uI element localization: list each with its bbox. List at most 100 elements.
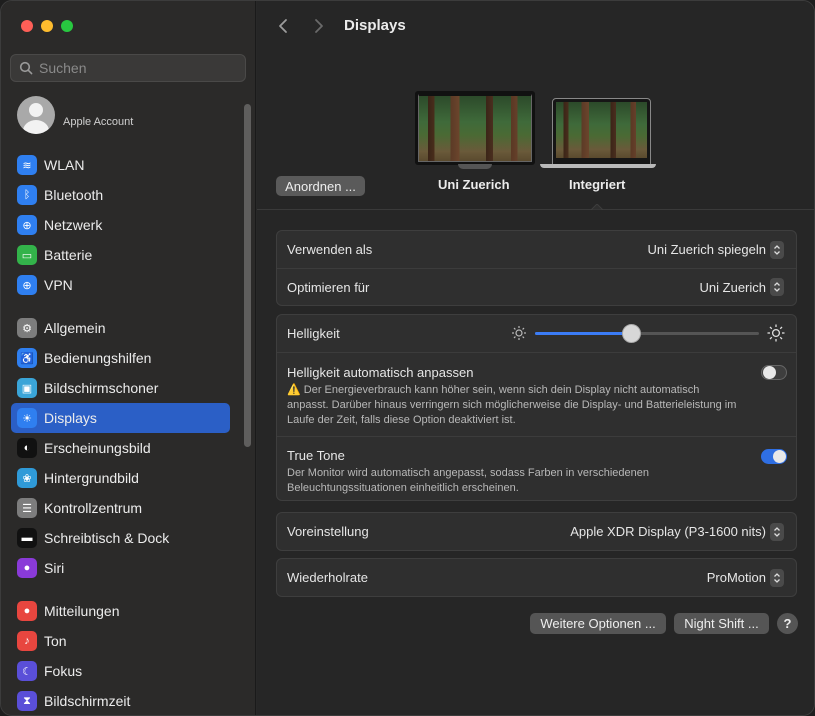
back-button[interactable] bbox=[273, 15, 293, 37]
sidebar-item-bildschirmschoner[interactable]: ▣ Bildschirmschoner bbox=[11, 373, 230, 403]
search-input[interactable] bbox=[39, 60, 239, 76]
use-as-row[interactable]: Verwenden als Uni Zuerich spiegeln bbox=[277, 231, 796, 268]
use-as-value[interactable]: Uni Zuerich spiegeln bbox=[647, 242, 766, 257]
sidebar-item-wlan[interactable]: ≋ WLAN bbox=[11, 150, 230, 180]
speaker-icon: ♪ bbox=[17, 631, 37, 651]
sidebar-item-netzwerk[interactable]: ⊕ Netzwerk bbox=[11, 210, 230, 240]
sidebar-item-label: VPN bbox=[44, 277, 73, 293]
optimize-for-label: Optimieren für bbox=[287, 279, 370, 295]
chevron-left-icon bbox=[279, 19, 287, 33]
sidebar-item-label: Displays bbox=[44, 410, 97, 426]
sidebar-item-label: Batterie bbox=[44, 247, 93, 263]
sun-small-icon bbox=[512, 326, 526, 340]
sidebar-item-bluetooth[interactable]: ᛒ Bluetooth bbox=[11, 180, 230, 210]
display-label-external[interactable]: Uni Zuerich bbox=[438, 177, 510, 192]
appearance-icon: ◐ bbox=[17, 438, 37, 458]
true-tone-description: Der Monitor wird automatisch angepasst, … bbox=[287, 467, 649, 494]
use-as-popup[interactable] bbox=[770, 240, 784, 259]
apple-account[interactable]: Apple Account bbox=[17, 96, 133, 134]
sidebar-item-vpn[interactable]: ⊕ VPN bbox=[11, 270, 230, 300]
sidebar-item-mitteilungen[interactable]: ● Mitteilungen bbox=[11, 596, 230, 626]
sidebar-item-schreibtisch-dock[interactable]: ▬ Schreibtisch & Dock bbox=[11, 523, 230, 553]
sidebar-item-allgemein[interactable]: ⚙ Allgemein bbox=[11, 313, 230, 343]
refresh-rate-label: Wiederholrate bbox=[287, 570, 368, 585]
sidebar-scrollbar[interactable] bbox=[244, 104, 251, 447]
account-label: Apple Account bbox=[63, 116, 134, 128]
help-button[interactable]: ? bbox=[777, 613, 798, 634]
vpn-icon: ⊕ bbox=[17, 275, 37, 295]
optimize-for-row[interactable]: Optimieren für Uni Zuerich bbox=[277, 268, 796, 305]
optimize-for-value[interactable]: Uni Zuerich bbox=[700, 280, 766, 295]
builtin-display-thumbnail[interactable] bbox=[552, 98, 651, 165]
sidebar-item-label: Bluetooth bbox=[44, 187, 104, 203]
bell-icon: ● bbox=[17, 601, 37, 621]
forward-button[interactable] bbox=[309, 15, 329, 37]
sidebar-item-label: Netzwerk bbox=[44, 217, 103, 233]
brightness-knob[interactable] bbox=[622, 324, 642, 343]
bluetooth-icon: ᛒ bbox=[17, 185, 37, 205]
sidebar-item-label: Ton bbox=[44, 633, 67, 649]
brightness-card: Helligkeit Helligkeit automatisch anpass… bbox=[276, 314, 797, 501]
sun-large-icon bbox=[767, 324, 785, 342]
brightness-slider[interactable] bbox=[509, 323, 789, 343]
sidebar-item-bedienungshilfen[interactable]: ♿ Bedienungshilfen bbox=[11, 343, 230, 373]
use-as-label: Verwenden als bbox=[287, 242, 373, 257]
refresh-rate-popup[interactable] bbox=[770, 568, 784, 587]
sidebar-item-hintergrundbild[interactable]: ❀ Hintergrundbild bbox=[11, 463, 230, 493]
sidebar-item-label: Bildschirmzeit bbox=[44, 693, 131, 709]
zoom-button[interactable] bbox=[61, 20, 73, 32]
toolbar: Displays bbox=[257, 1, 814, 53]
moon-icon: ☾ bbox=[17, 661, 37, 681]
selection-indicator bbox=[591, 204, 603, 210]
search-icon bbox=[19, 61, 33, 75]
true-tone-label: True Tone bbox=[287, 448, 345, 463]
sidebar-item-fokus[interactable]: ☾ Fokus bbox=[11, 656, 230, 686]
refresh-rate-value[interactable]: ProMotion bbox=[707, 570, 766, 585]
sidebar-item-label: Bildschirmschoner bbox=[44, 380, 159, 396]
sidebar-item-ton[interactable]: ♪ Ton bbox=[11, 626, 230, 656]
brightness-row: Helligkeit bbox=[277, 315, 796, 352]
night-shift-button[interactable]: Night Shift ... bbox=[674, 613, 769, 634]
sidebar-item-label: Bedienungshilfen bbox=[44, 350, 152, 366]
refresh-rate-card: Wiederholrate ProMotion bbox=[276, 558, 797, 597]
close-button[interactable] bbox=[21, 20, 33, 32]
arrange-button[interactable]: Anordnen ... bbox=[276, 176, 365, 196]
main-pane: Displays Anordnen ... Uni Zuerich Integr… bbox=[257, 1, 814, 715]
forest-wallpaper bbox=[418, 94, 532, 162]
brightness-track[interactable] bbox=[535, 324, 759, 343]
external-display-thumbnail[interactable] bbox=[415, 91, 535, 165]
sidebar-item-siri[interactable]: ● Siri bbox=[11, 553, 230, 583]
updown-chevron-icon bbox=[774, 244, 780, 255]
refresh-rate-row[interactable]: Wiederholrate ProMotion bbox=[277, 559, 796, 596]
gear-icon: ⚙ bbox=[17, 318, 37, 338]
sidebar-item-displays[interactable]: ☀ Displays bbox=[11, 403, 230, 433]
sidebar-item-bildschirmzeit[interactable]: ⧗ Bildschirmzeit bbox=[11, 686, 230, 715]
preset-popup[interactable] bbox=[770, 522, 784, 541]
updown-chevron-icon bbox=[774, 572, 780, 583]
preset-value[interactable]: Apple XDR Display (P3-1600 nits) bbox=[570, 524, 766, 539]
settings-window: Apple Account ≋ WLAN ᛒ Bluetooth ⊕ Netzwerk ▭ B… bbox=[0, 0, 815, 716]
sidebar-item-label: WLAN bbox=[44, 157, 85, 173]
sidebar-item-batterie[interactable]: ▭ Batterie bbox=[11, 240, 230, 270]
avatar bbox=[17, 96, 55, 134]
more-options-button[interactable]: Weitere Optionen ... bbox=[530, 613, 666, 634]
wifi-icon: ≋ bbox=[17, 155, 37, 175]
forest-wallpaper bbox=[556, 102, 647, 158]
auto-brightness-label: Helligkeit automatisch anpassen bbox=[287, 365, 474, 380]
display-label-builtin[interactable]: Integriert bbox=[569, 177, 625, 192]
search-field[interactable] bbox=[10, 54, 246, 82]
preset-row[interactable]: Voreinstellung Apple XDR Display (P3-160… bbox=[277, 513, 796, 550]
control-center-icon: ☰ bbox=[17, 498, 37, 518]
sidebar-item-label: Kontrollzentrum bbox=[44, 500, 143, 516]
true-tone-row: True Tone Der Monitor wird automatisch a… bbox=[277, 436, 796, 502]
optimize-for-popup[interactable] bbox=[770, 278, 784, 296]
sidebar-item-kontrollzentrum[interactable]: ☰ Kontrollzentrum bbox=[11, 493, 230, 523]
updown-chevron-icon bbox=[774, 282, 780, 292]
true-tone-toggle[interactable] bbox=[761, 449, 787, 464]
auto-brightness-toggle[interactable] bbox=[761, 365, 787, 380]
display-arrangement: Anordnen ... Uni Zuerich Integriert bbox=[257, 53, 814, 210]
minimize-button[interactable] bbox=[41, 20, 53, 32]
globe-icon: ⊕ bbox=[17, 215, 37, 235]
chevron-right-icon bbox=[315, 19, 323, 33]
sidebar-item-erscheinungsbild[interactable]: ◐ Erscheinungsbild bbox=[11, 433, 230, 463]
